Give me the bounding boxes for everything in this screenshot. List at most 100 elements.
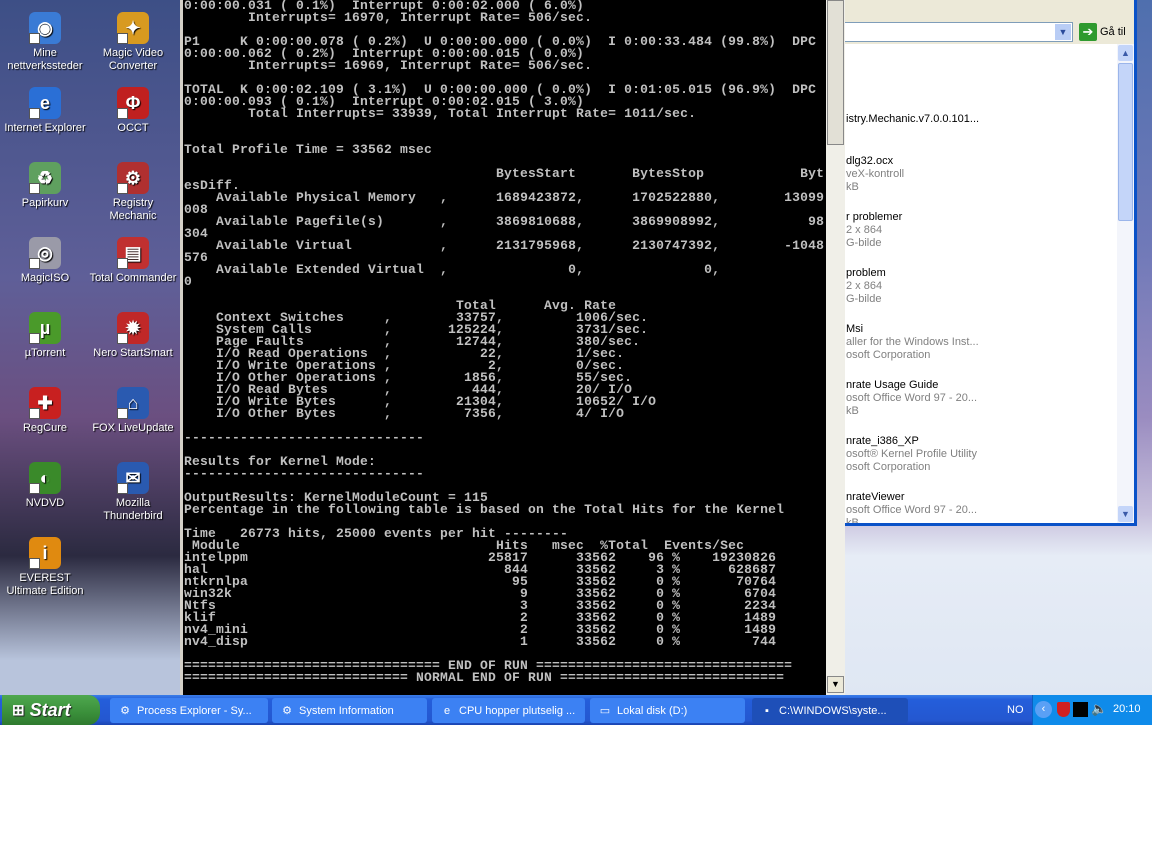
file-item-detail: osoft Corporation <box>846 461 931 473</box>
registry-mechanic-icon: ⚙ <box>117 162 149 194</box>
file-item-name: dlg32.ocx <box>846 155 894 167</box>
console-line: ------------------------------ <box>184 430 425 445</box>
file-item-detail: osoft Corporation <box>846 349 931 361</box>
utorrent-icon: µ <box>29 312 61 344</box>
goto-label: Gå til <box>1100 26 1126 38</box>
file-item[interactable]: nrate_i386_XP osoft® Kernel Profile Utili… <box>846 435 977 474</box>
file-item-detail: 2 x 864 <box>846 280 883 292</box>
console-output[interactable]: 0:00:00.031 ( 0.1%) Interrupt 0:00:02.00… <box>184 0 826 695</box>
file-item[interactable]: Msi aller for the Windows Inst... osoft Co… <box>846 323 979 362</box>
file-item-detail: aller for the Windows Inst... <box>846 336 979 348</box>
desktop-icon[interactable]: ✹ Nero StartSmart <box>88 312 178 360</box>
taskbar-button-label: Lokal disk (D:) <box>617 704 688 717</box>
console-line: Percentage in the following table is bas… <box>184 502 785 517</box>
file-item-detail: G-bilde <box>846 237 882 249</box>
security-shield-icon[interactable] <box>1057 702 1070 717</box>
file-list-scroll-thumb[interactable] <box>1118 63 1133 221</box>
clock[interactable]: 20:10 <box>1113 703 1141 715</box>
console-line: Interrupts= 16970, Interrupt Rate= 506/s… <box>184 10 593 25</box>
goto-button[interactable]: ➔ Gå til <box>1079 23 1126 41</box>
taskbar-button[interactable]: ▭ Lokal disk (D:) <box>590 698 745 723</box>
command-prompt-window: 0:00:00.031 ( 0.1%) Interrupt 0:00:02.00… <box>180 0 845 695</box>
file-item[interactable]: istry.Mechanic.v7.0.0.101... <box>846 113 979 126</box>
file-item-detail: kB <box>846 181 859 193</box>
total-commander-icon: ▤ <box>117 237 149 269</box>
file-item-name: problem <box>846 267 886 279</box>
file-item-detail: 2 x 864 <box>846 224 883 236</box>
taskbar-button[interactable]: e CPU hopper plutselig ... <box>432 698 585 723</box>
taskbar-button[interactable]: ⚙ Process Explorer - Sy... <box>110 698 268 723</box>
console-line: ============================ NORMAL END … <box>184 670 785 685</box>
memory-row: Available Pagefile(s) , 3869810688, 3869… <box>184 215 826 240</box>
memory-row: Available Physical Memory , 1689423872, … <box>184 191 826 216</box>
desktop-icon[interactable]: ✚ RegCure <box>0 387 90 435</box>
drive-icon: ▭ <box>599 704 611 717</box>
scroll-up-arrow-icon[interactable]: ▲ <box>1118 45 1133 61</box>
scroll-down-arrow-icon[interactable]: ▼ <box>1118 506 1133 522</box>
desktop-icon[interactable]: ◉ Mine nettverkssteder <box>0 12 90 73</box>
language-indicator[interactable]: NO <box>1007 704 1024 716</box>
memory-row-diff: 0 <box>184 274 193 289</box>
desktop-icon[interactable]: ◎ MagicISO <box>0 237 90 285</box>
memory-row: Available Virtual , 2131795968, 21307473… <box>184 238 826 264</box>
desktop-icon[interactable]: ♻ Papirkurv <box>0 162 90 210</box>
memory-row: Available Extended Virtual , 0, 0, 0 <box>184 263 826 289</box>
taskbar-button-label: System Information <box>299 704 394 717</box>
file-item[interactable]: nrateViewer osoft Office Word 97 - 20... k… <box>846 491 977 523</box>
console-scrollbar[interactable]: ▼ <box>826 0 845 695</box>
file-item-name: nrateViewer <box>846 491 905 503</box>
file-item-name: nrate Usage Guide <box>846 379 939 391</box>
file-item[interactable]: dlg32.ocx veX-kontroll kB <box>846 155 904 194</box>
console-line: Interrupts= 16969, Interrupt Rate= 506/s… <box>184 58 593 73</box>
desktop-icon-label: EVEREST Ultimate Edition <box>6 572 84 597</box>
taskbar-button-label: CPU hopper plutselig ... <box>459 704 576 717</box>
console-scroll-thumb[interactable] <box>827 0 844 145</box>
fox-liveupdate-icon: ⌂ <box>117 387 149 419</box>
desktop-icon[interactable]: µ µTorrent <box>0 312 90 360</box>
desktop-icon[interactable]: ⌂ FOX LiveUpdate <box>88 387 178 435</box>
taskbar-button[interactable]: ⚙ System Information <box>272 698 427 723</box>
thunderbird-icon: ✉ <box>117 462 149 494</box>
desktop-icon-label: Magic Video Converter <box>102 47 164 72</box>
desktop-icon[interactable]: ◐ NVDVD <box>0 462 90 510</box>
desktop-icon[interactable]: i EVEREST Ultimate Edition <box>0 537 90 598</box>
file-item-detail: osoft Office Word 97 - 20... <box>846 504 978 516</box>
console-line: nv4_disp 1 33562 0 % 744 <box>184 634 777 649</box>
file-item-name: istry.Mechanic.v7.0.0.101... <box>846 113 980 125</box>
desktop-icon[interactable]: ✉ Mozilla Thunderbird <box>88 462 178 523</box>
console-line: Total Interrupts= 33939, Total Interrupt… <box>184 106 697 121</box>
file-item[interactable]: nrate Usage Guide osoft Office Word 97 - … <box>846 379 977 418</box>
memory-row-values: Available Virtual , 2131795968, 21307473… <box>184 238 785 253</box>
file-item[interactable]: r problemer 2 x 864 G-bilde <box>846 211 902 250</box>
volume-icon[interactable]: 🔈 <box>1091 701 1107 717</box>
network-places-icon: ◉ <box>29 12 61 44</box>
address-bar-input[interactable]: ▼ <box>845 22 1073 42</box>
command-prompt-icon: ▪ <box>765 704 769 717</box>
desktop-icon[interactable]: ✦ Magic Video Converter <box>88 12 178 73</box>
internet-explorer-icon: e <box>29 87 61 119</box>
file-item-name: nrate_i386_XP <box>846 435 919 447</box>
nero-startsmart-icon: ✹ <box>117 312 149 344</box>
tray-expand-icon[interactable]: ‹ <box>1035 701 1052 718</box>
file-list: istry.Mechanic.v7.0.0.101... dlg32.ocx veX… <box>845 44 1117 523</box>
app-tray-icon[interactable] <box>1073 702 1088 717</box>
desktop-icon-label: µTorrent <box>24 347 66 359</box>
scroll-down-arrow-icon[interactable]: ▼ <box>827 676 844 693</box>
file-item-detail: G-bilde <box>846 293 882 305</box>
desktop-icon[interactable]: ▤ Total Commander <box>88 237 178 285</box>
desktop-icon[interactable]: e Internet Explorer <box>0 87 90 135</box>
windows-logo-icon: ⊞ <box>12 702 25 719</box>
file-list-scrollbar[interactable]: ▲ ▼ <box>1117 44 1134 523</box>
chevron-down-icon[interactable]: ▼ <box>1055 24 1071 40</box>
file-item-detail: osoft® Kernel Profile Utility <box>846 448 977 460</box>
magic-video-converter-icon: ✦ <box>117 12 149 44</box>
explorer-window: ▼ ➔ Gå til istry.Mechanic.v7.0.0.101... d… <box>845 0 1137 526</box>
desktop-icon[interactable]: ⚙ Registry Mechanic <box>88 162 178 223</box>
process-explorer-icon: ⚙ <box>120 704 130 717</box>
start-button[interactable]: ⊞ Start <box>2 695 100 725</box>
desktop-icon-label: Registry Mechanic <box>109 197 157 222</box>
taskbar-button[interactable]: ▪ C:\WINDOWS\syste... <box>752 698 908 723</box>
file-item[interactable]: problem 2 x 864 G-bilde <box>846 267 886 306</box>
desktop-icon[interactable]: Φ OCCT <box>88 87 178 135</box>
desktop-icon-label: FOX LiveUpdate <box>92 422 174 434</box>
